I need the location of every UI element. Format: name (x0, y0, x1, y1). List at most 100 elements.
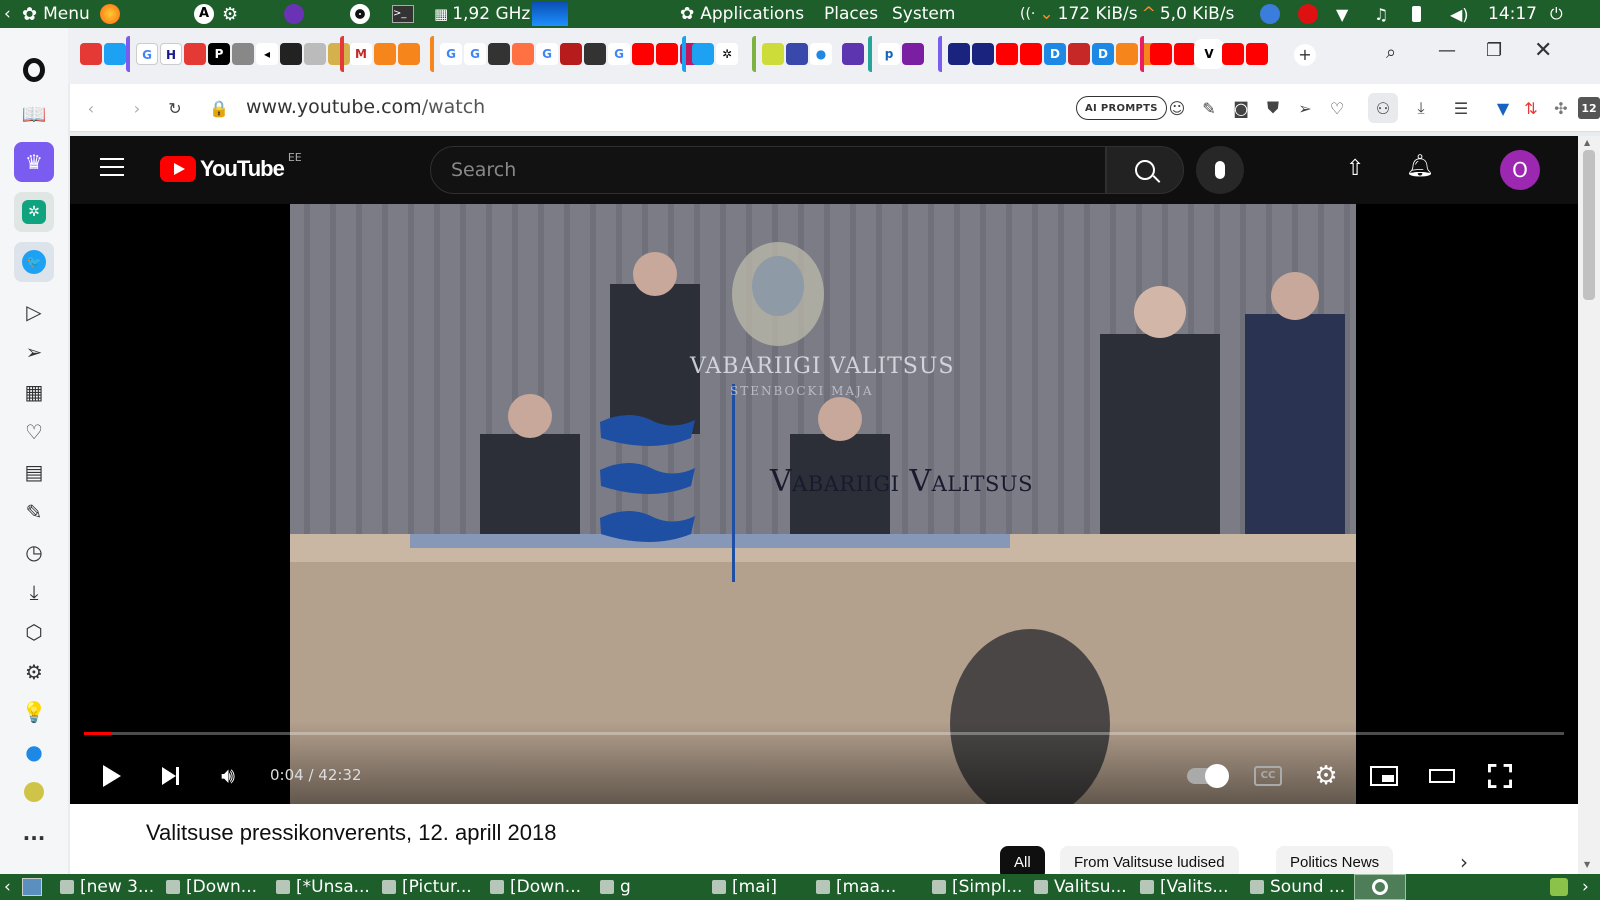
places-menu[interactable]: Places (824, 0, 878, 28)
taskbar-right-arrow-icon[interactable]: › (1582, 874, 1589, 900)
upload-icon[interactable]: ⇧ (1346, 156, 1364, 181)
taskbar-item[interactable]: [Valits... (1140, 874, 1240, 900)
chatgpt-icon[interactable]: ✲ (14, 192, 54, 232)
tab-group-1[interactable] (74, 36, 126, 72)
extensions-cube-icon[interactable]: ⬡ (14, 612, 54, 652)
more-options-icon[interactable]: ··· (14, 818, 54, 858)
app-tray-icon[interactable] (1260, 0, 1280, 28)
tab-ud-icon[interactable] (560, 43, 582, 65)
tab-favicon-icon[interactable] (80, 43, 102, 65)
tab-group-2[interactable]: G H P ◂ (126, 36, 350, 72)
tab-dot-icon[interactable]: ● (810, 43, 832, 65)
tab-ee-icon[interactable] (1068, 43, 1090, 65)
network-speed-applet[interactable]: ((· ⌄ 172 KiB/s ^ 5,0 KiB/s (1020, 0, 1234, 28)
history-clock-icon[interactable]: ◷ (14, 532, 54, 572)
scroll-down-icon[interactable]: ▼ (1584, 860, 1590, 869)
youtube-logo[interactable]: YouTube EE (160, 151, 302, 182)
tab-chatgpt-icon[interactable]: ✲ (716, 43, 738, 65)
taskbar-item[interactable]: [Simpl... (932, 874, 1028, 900)
volume-tray-icon[interactable]: ◀) (1450, 0, 1469, 28)
bookmark-heart-icon[interactable]: ♡ (1326, 97, 1348, 119)
tab-metamask-icon-3[interactable] (1116, 43, 1138, 65)
downloads-toolbar-icon[interactable]: ⤓ (1410, 97, 1432, 119)
hamburger-menu-icon[interactable] (100, 158, 124, 178)
play-button[interactable] (94, 758, 130, 794)
taskbar-item[interactable]: [new 3... (60, 874, 156, 900)
chat-bubble-icon[interactable]: ● (14, 732, 54, 772)
tab-youtube-icon-3[interactable] (996, 43, 1018, 65)
heart-icon[interactable]: ♡ (14, 412, 54, 452)
tab-group-3[interactable]: M (340, 36, 420, 72)
wifi-tray-icon[interactable]: ▼ (1336, 0, 1348, 28)
notifications-tray-icon[interactable]: ♫ (1374, 0, 1388, 28)
settings-button[interactable]: ⚙ (1308, 758, 1344, 794)
cpu-frequency-applet[interactable]: ▦ 1,92 GHz (434, 0, 530, 28)
clock[interactable]: 14:17 (1488, 0, 1537, 28)
tab-app-icon-2[interactable] (786, 43, 808, 65)
chips-next-chevron-icon[interactable]: › (1460, 850, 1468, 874)
tab-d-icon-2[interactable]: D (1092, 43, 1114, 65)
tab-h-icon[interactable]: H (160, 43, 182, 65)
tab-metamask-icon[interactable] (374, 43, 396, 65)
taskbar-item[interactable]: [Pictur... (382, 874, 482, 900)
voice-search-button[interactable] (1196, 146, 1244, 194)
settings-gears-icon[interactable]: ⚙ (222, 0, 238, 28)
tab-twitter-icon[interactable] (104, 43, 126, 65)
tab-youtube-icon-5[interactable] (1150, 43, 1172, 65)
tab-google-icon-3[interactable]: G (464, 43, 486, 65)
extension-v-icon[interactable]: ▼ (1492, 97, 1514, 119)
extension-puzzle-icon[interactable]: ✣ (1550, 97, 1572, 119)
tab-metamask-icon-2[interactable] (398, 43, 420, 65)
taskbar-item[interactable]: Sound ... (1250, 874, 1350, 900)
show-desktop-icon[interactable] (22, 874, 42, 900)
edit-icon[interactable]: ✎ (14, 492, 54, 532)
tab-d-icon[interactable]: D (1044, 43, 1066, 65)
tab-youtube-icon-4[interactable] (1020, 43, 1042, 65)
bookmarks-book-icon[interactable]: 📖 (14, 94, 54, 134)
tab-unv-icon[interactable] (280, 43, 302, 65)
calendar-extension-icon[interactable]: 12 (1578, 97, 1600, 119)
tab-red-icon[interactable] (184, 43, 206, 65)
opera-launcher-icon[interactable] (350, 0, 370, 28)
tab-active-valitsus[interactable]: V (1198, 43, 1220, 65)
search-input[interactable]: Search (430, 146, 1106, 194)
panel-left-arrow-icon[interactable]: ‹ (4, 0, 11, 28)
video-frame[interactable]: VABARIIGI VALITSUS STENBOCKI MAJA Vabari… (290, 204, 1356, 804)
tab-group-6[interactable]: ● (752, 36, 832, 72)
battery-tray-icon[interactable] (1412, 0, 1421, 28)
taskbar-item[interactable]: Valitsu... (1034, 874, 1130, 900)
send-page-icon[interactable]: ➢ (1294, 97, 1316, 119)
extension-arrows-icon[interactable]: ⇅ (1520, 97, 1542, 119)
forward-arrow-icon[interactable]: › (126, 97, 148, 119)
search-button[interactable] (1106, 146, 1184, 194)
tab-fire-icon[interactable] (512, 43, 534, 65)
autoplay-toggle[interactable] (1184, 758, 1230, 794)
secure-lock-icon[interactable]: 🔒 (208, 97, 230, 119)
taskbar-item[interactable]: g (600, 874, 700, 900)
pinboard-icon[interactable]: ▤ (14, 452, 54, 492)
tab-bank-icon-2[interactable] (584, 43, 606, 65)
power-icon[interactable]: ⏻ (1550, 0, 1563, 28)
volume-button[interactable]: 🔊︎ (210, 758, 246, 794)
crown-app-icon[interactable]: ♛ (14, 142, 54, 182)
video-player[interactable]: VABARIIGI VALITSUS STENBOCKI MAJA Vabari… (70, 204, 1578, 804)
tab-group-4[interactable]: G G G G (430, 36, 702, 72)
applications-menu[interactable]: ✿ Applications (680, 0, 804, 28)
tab-group-8[interactable]: p (868, 36, 924, 72)
camera-icon[interactable]: ◙ (1230, 97, 1252, 119)
twitter-icon[interactable]: 🐦 (14, 242, 54, 282)
chip-all[interactable]: All (1000, 846, 1045, 874)
emoji-icon[interactable]: ☺ (1166, 97, 1188, 119)
next-button[interactable] (152, 758, 188, 794)
profile-icon[interactable]: ⚇ (1368, 93, 1398, 123)
tab-youtube-icon-8[interactable] (1246, 43, 1268, 65)
page-scrollbar[interactable]: ▲ ▼ (1578, 136, 1600, 874)
settings-gear-icon[interactable]: ⚙ (14, 652, 54, 692)
speed-dial-grid-icon[interactable]: ▦ (14, 372, 54, 412)
ai-prompts-button[interactable]: AI PROMPTS (1076, 96, 1167, 120)
tab-youtube-icon-6[interactable] (1174, 43, 1196, 65)
close-window-icon[interactable]: ✕ (1534, 38, 1552, 63)
player-icon[interactable]: ▷ (14, 292, 54, 332)
restore-icon[interactable]: ❐ (1486, 40, 1502, 61)
tab-app-icon[interactable] (762, 43, 784, 65)
